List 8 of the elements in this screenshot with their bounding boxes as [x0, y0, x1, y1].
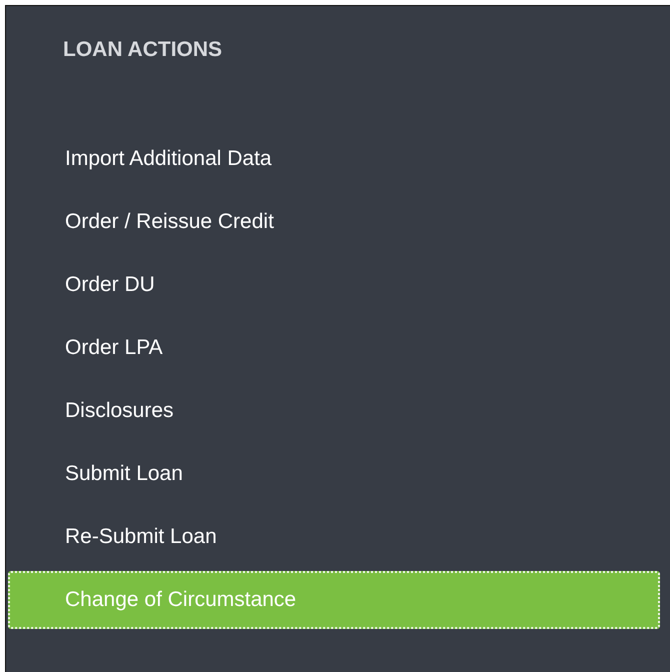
panel-title: LOAN ACTIONS	[63, 37, 222, 63]
action-item[interactable]: Submit Loan	[8, 445, 660, 503]
action-item[interactable]: Order / Reissue Credit	[8, 193, 660, 251]
action-item[interactable]: Order LPA	[8, 319, 660, 377]
action-item[interactable]: Import Additional Data	[8, 130, 660, 188]
action-item[interactable]: Re-Submit Loan	[8, 508, 660, 566]
action-item[interactable]: Disclosures	[8, 382, 660, 440]
action-item[interactable]: Order DU	[8, 256, 660, 314]
